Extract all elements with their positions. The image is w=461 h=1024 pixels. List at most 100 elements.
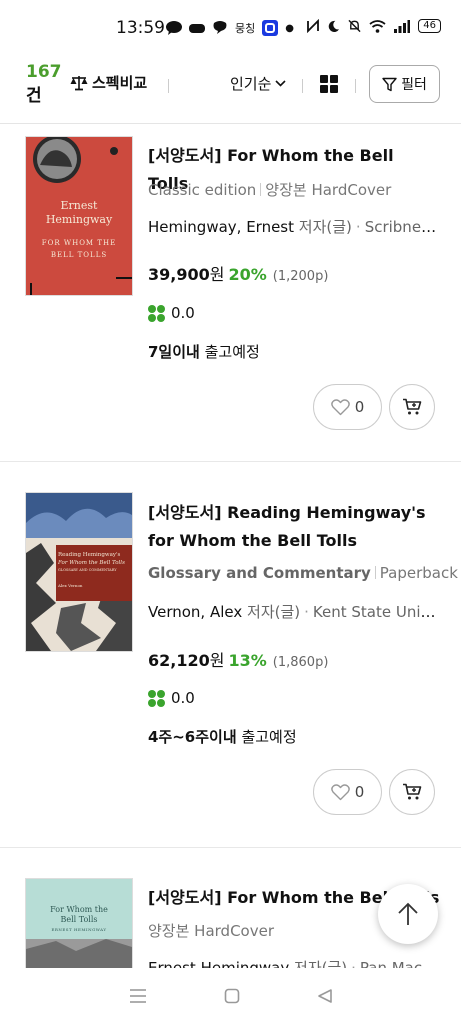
scroll-top-button[interactable] — [378, 884, 438, 944]
battery-icon: 46 — [418, 19, 441, 33]
book-cover[interactable]: For Whom the Bell Tolls ERNEST HEMINGWAY — [26, 879, 132, 968]
nfc-icon — [307, 19, 320, 33]
cart-icon — [403, 783, 422, 800]
filter-button[interactable]: 필터 — [369, 65, 440, 103]
spec-compare-button[interactable]: 스펙비교 — [70, 72, 147, 93]
funnel-icon — [382, 77, 397, 91]
book-author: Ernest Hemingway 저자(글) · Pan Mac... — [148, 957, 438, 968]
result-count-unit: 건 — [26, 86, 42, 106]
notif-label: 뭉칭 — [235, 22, 256, 35]
rating-row: 0.0 — [148, 689, 195, 707]
moon-icon — [328, 20, 340, 32]
book-subtitle: Classic edition 양장본 HardCover — [148, 179, 391, 200]
discount-rate: 13% — [228, 651, 267, 670]
shipping-period: 4주~6주이내 — [148, 728, 237, 746]
rating-value: 0.0 — [171, 304, 195, 322]
signal-icon — [394, 19, 411, 33]
notification-icons: 뭉칭 ● — [166, 20, 294, 36]
cart-button[interactable] — [389, 384, 435, 430]
cover-title-line2: BELL TOLLS — [50, 251, 108, 259]
cover-author-last: Hemingway — [45, 213, 113, 226]
status-time: 13:59 — [116, 18, 165, 38]
back-icon[interactable] — [317, 988, 333, 1004]
status-bar: 13:59 뭉칭 ● 46 — [0, 0, 461, 48]
list-item[interactable]: Reading Hemingway's For Whom the Bell To… — [0, 462, 461, 848]
rating-value: 0.0 — [171, 689, 195, 707]
sort-label: 인기순 — [230, 75, 272, 93]
spec-compare-label: 스펙비교 — [92, 74, 148, 92]
result-count: 167 건 — [26, 60, 62, 108]
list-toolbar: 167 건 스펙비교 인기순 필터 — [0, 48, 461, 124]
mute-icon — [348, 19, 361, 33]
scale-icon — [70, 75, 88, 90]
subtitle-binding: Paperback — [379, 564, 458, 582]
author-role: 저자(글) — [298, 218, 352, 236]
heart-icon — [330, 783, 350, 800]
like-count: 0 — [354, 398, 365, 416]
subtitle-edition: Glossary and Commentary — [148, 564, 371, 582]
cover-title-line2: For Whom the Bell Tolls — [58, 560, 125, 566]
sort-dropdown[interactable]: 인기순 — [230, 73, 286, 94]
shipping-period: 7일이내 — [148, 343, 200, 361]
like-count: 0 — [354, 783, 365, 801]
cover-title-line1: Reading Hemingway's — [58, 552, 121, 558]
author-name[interactable]: Ernest Hemingway — [148, 959, 289, 968]
divider — [302, 79, 303, 93]
chevron-down-icon — [275, 80, 286, 87]
price-row: 39,900원 20% (1,200p) — [148, 261, 328, 285]
author-role: 저자(글) — [294, 959, 348, 968]
price-currency: 원 — [209, 265, 225, 284]
price-value: 62,120 — [148, 651, 210, 670]
chat-icon — [213, 21, 227, 34]
price-row: 62,120원 13% (1,860p) — [148, 647, 328, 671]
price-value: 39,900 — [148, 265, 210, 284]
system-nav-bar — [0, 968, 461, 1024]
book-subtitle: 양장본 HardCover — [148, 920, 274, 941]
divider — [355, 79, 356, 93]
cover-subtitle: GLOSSARY AND COMMENTARY — [58, 568, 117, 572]
shipping-info: 4주~6주이내 출고예정 — [148, 726, 297, 747]
author-role: 저자(글) — [247, 603, 301, 621]
cart-button[interactable] — [389, 769, 435, 815]
cover-title-line1: FOR WHOM THE — [41, 239, 117, 247]
heart-icon — [330, 398, 350, 415]
home-icon[interactable] — [224, 988, 240, 1004]
book-author: Hemingway, Ernest 저자(글) · Scribner... — [148, 216, 438, 237]
price-currency: 원 — [209, 651, 225, 670]
cover-title-line2: Bell Tolls — [60, 915, 98, 924]
grid-view-icon[interactable] — [320, 75, 338, 93]
book-cover[interactable]: Ernest Hemingway FOR WHOM THE BELL TOLLS — [26, 137, 132, 295]
game-icon — [189, 24, 205, 33]
reward-points: (1,200p) — [272, 269, 329, 284]
publisher-name[interactable]: Kent State Univ... — [313, 603, 438, 621]
cover-author: Alex Vernon — [58, 583, 83, 588]
like-button[interactable]: 0 — [313, 384, 382, 430]
result-count-number: 167 — [26, 62, 62, 82]
discount-rate: 20% — [228, 265, 267, 284]
author-name[interactable]: Vernon, Alex — [148, 603, 242, 621]
cover-author-first: Ernest — [60, 199, 98, 212]
book-author: Vernon, Alex 저자(글) · Kent State Univ... — [148, 601, 438, 622]
clover-icon — [148, 689, 165, 707]
subtitle-binding: 양장본 HardCover — [265, 181, 392, 199]
like-button[interactable]: 0 — [313, 769, 382, 815]
list-item[interactable]: Ernest Hemingway FOR WHOM THE BELL TOLLS… — [0, 124, 461, 462]
shipping-info: 7일이내 출고예정 — [148, 341, 260, 362]
book-title[interactable]: [서양도서] Reading Hemingway's for Whom the … — [148, 499, 438, 555]
publisher-name[interactable]: Pan Mac... — [360, 959, 437, 968]
filter-label: 필터 — [401, 77, 427, 93]
shipping-status: 출고예정 — [241, 728, 297, 746]
dot-icon: ● — [285, 22, 294, 34]
app-icon — [262, 20, 279, 36]
cart-icon — [403, 398, 422, 415]
author-name[interactable]: Hemingway, Ernest — [148, 218, 294, 236]
clover-icon — [148, 304, 165, 322]
arrow-up-icon — [398, 902, 418, 925]
cover-title-line1: For Whom the — [50, 905, 108, 914]
book-cover[interactable]: Reading Hemingway's For Whom the Bell To… — [26, 493, 132, 651]
menu-icon[interactable] — [129, 988, 147, 1004]
publisher-name[interactable]: Scribner... — [365, 218, 438, 236]
shipping-status: 출고예정 — [204, 343, 260, 361]
talk-icon — [166, 21, 182, 35]
rating-row: 0.0 — [148, 304, 195, 322]
